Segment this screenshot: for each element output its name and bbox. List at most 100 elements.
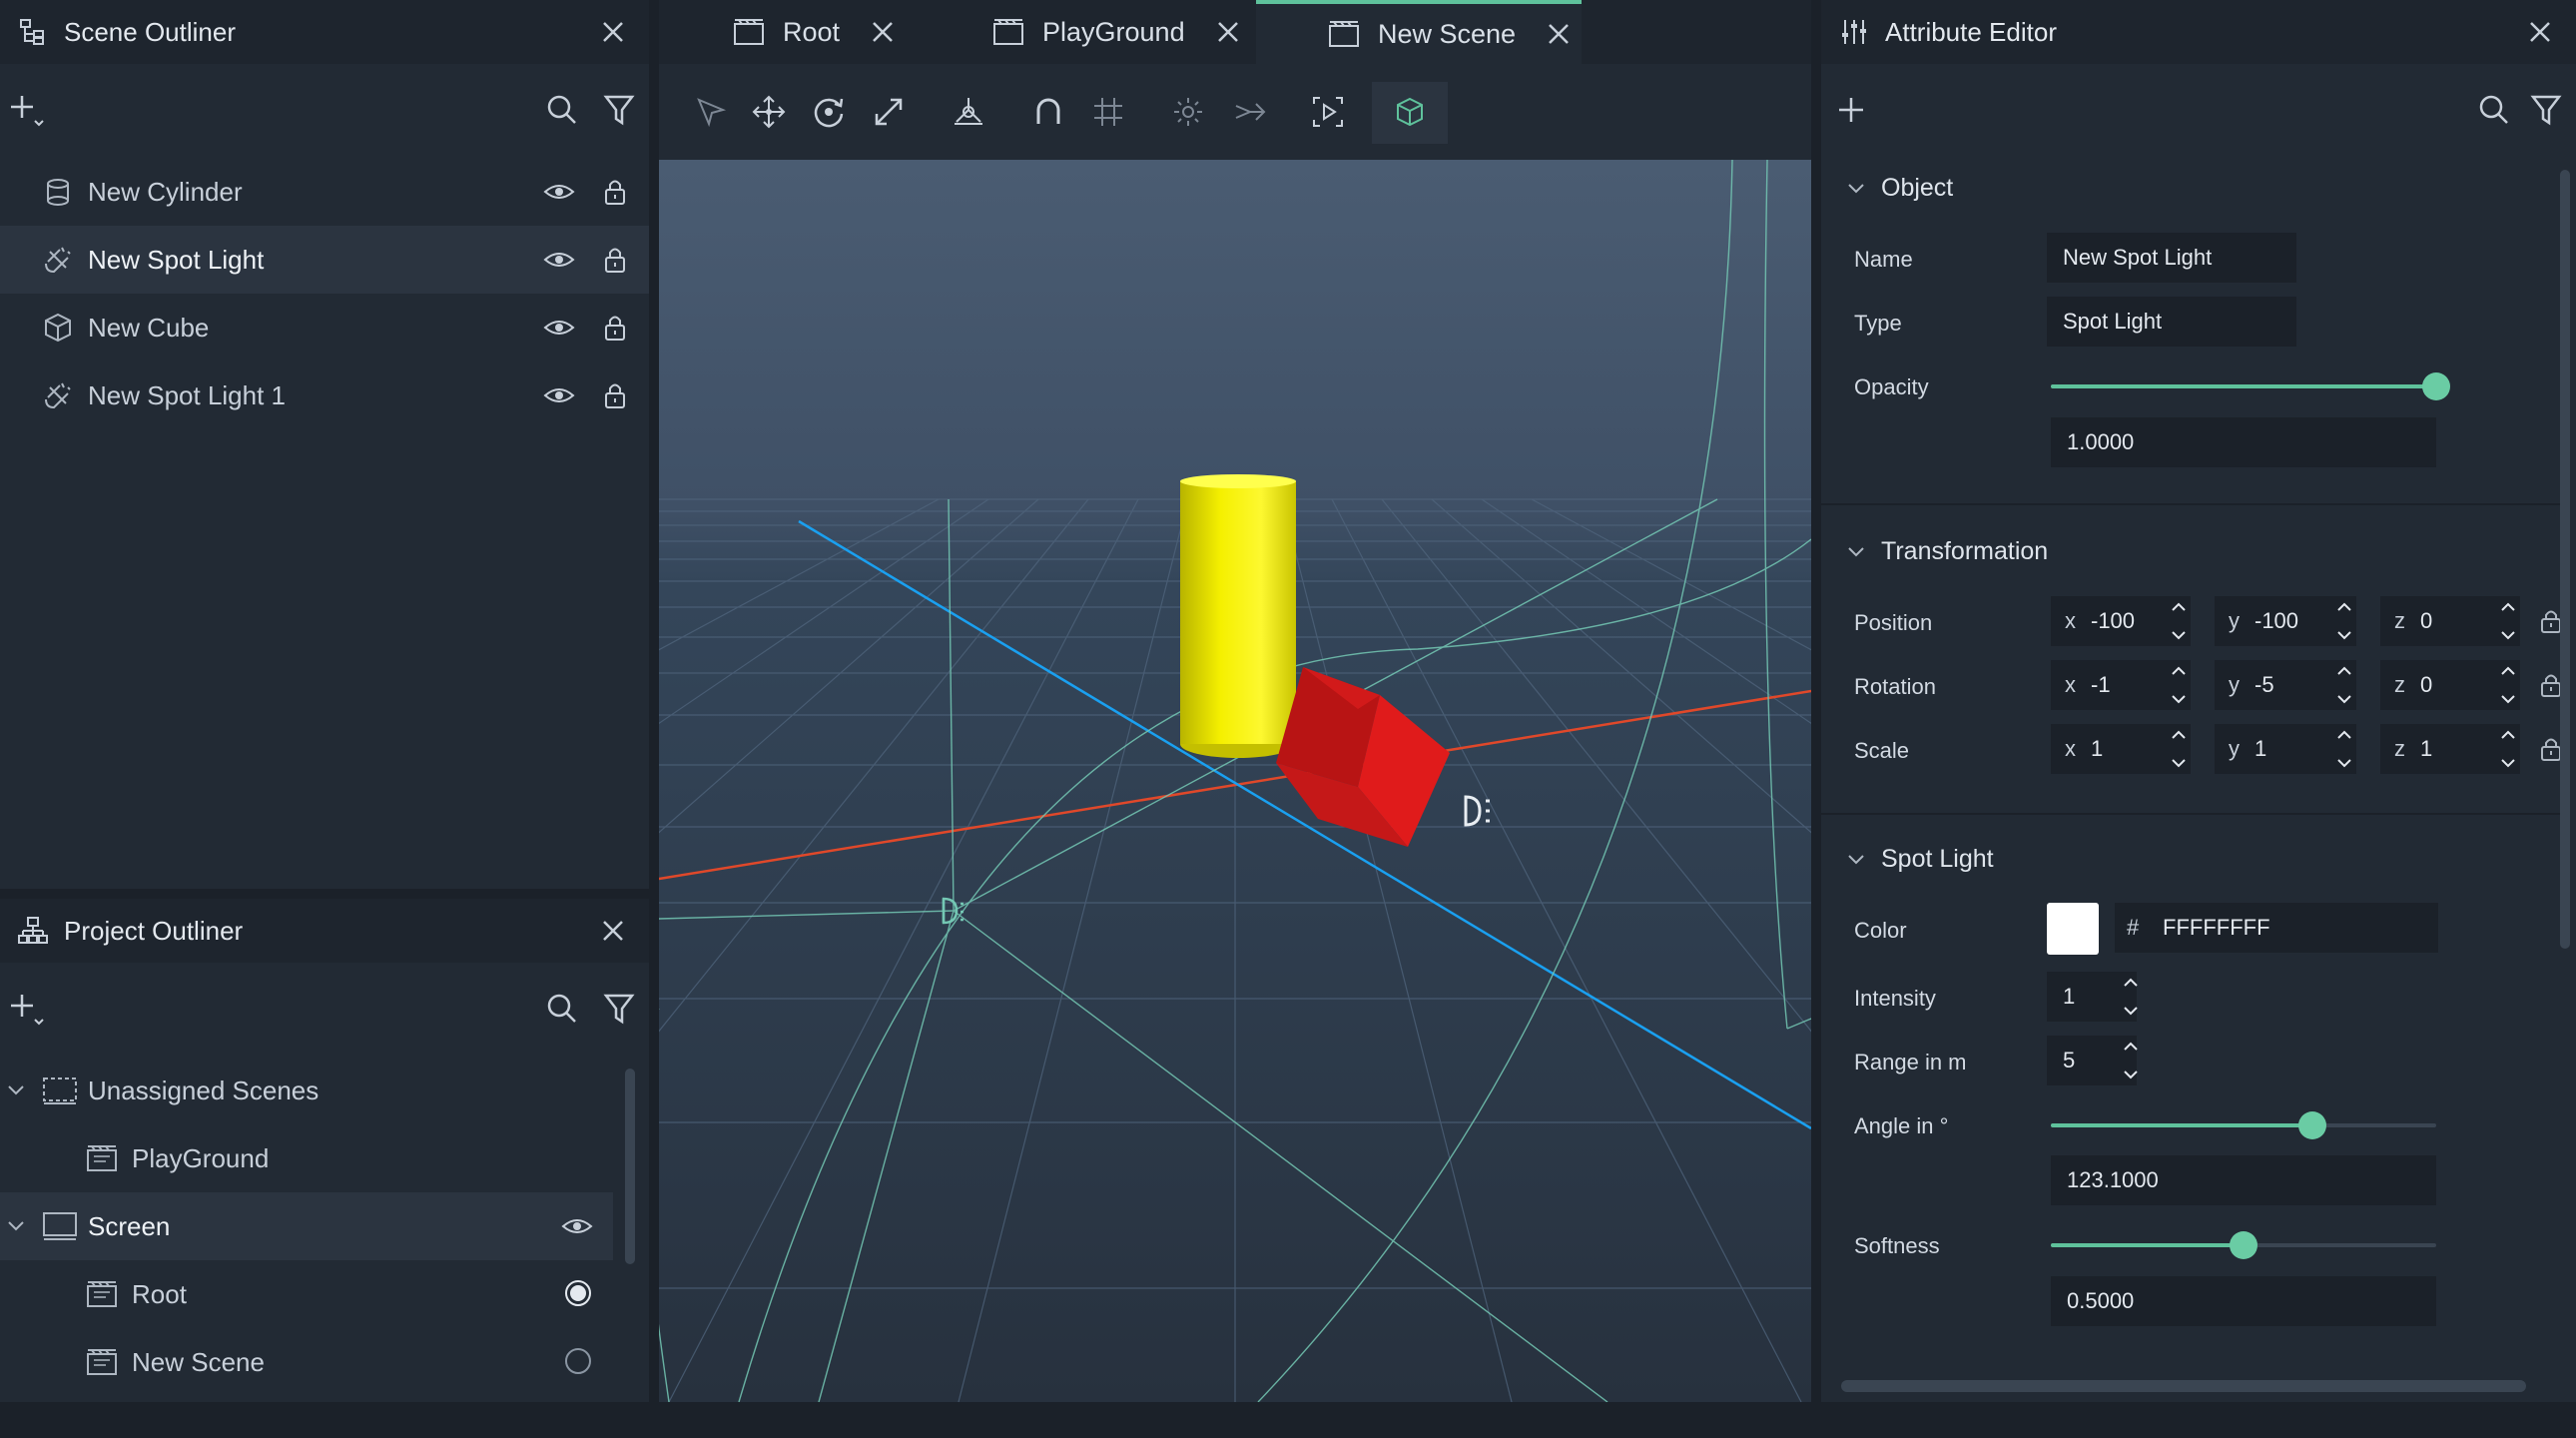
color-hex-value: FFFFFFFF [2163, 915, 2270, 940]
range-stepper[interactable] [2119, 1036, 2143, 1085]
eye-icon[interactable] [543, 176, 575, 208]
pivot-tool-icon[interactable] [951, 94, 986, 130]
angle-slider[interactable] [2051, 1111, 2436, 1139]
move-tool-icon[interactable] [751, 94, 787, 130]
tree-item[interactable]: PlayGround [0, 1124, 613, 1192]
eye-icon[interactable] [543, 244, 575, 276]
tab-root[interactable]: Root [733, 0, 896, 64]
scene-icon [86, 1278, 118, 1310]
chevron-down-icon[interactable] [4, 1214, 28, 1238]
close-icon[interactable] [870, 19, 896, 45]
tab-new-scene[interactable]: New Scene [1256, 0, 1582, 64]
camera-gizmo-icon[interactable] [1232, 94, 1268, 130]
rotate-tool-icon[interactable] [811, 94, 847, 130]
light-gizmo-icon[interactable] [1170, 94, 1206, 130]
scale-tool-icon[interactable] [871, 94, 907, 130]
rotation-z-stepper[interactable] [2496, 660, 2520, 710]
search-icon[interactable] [544, 991, 580, 1027]
color-swatch[interactable] [2047, 903, 2099, 955]
add-icon[interactable] [1835, 94, 1871, 130]
lock-icon[interactable] [599, 176, 631, 208]
radio-selected-icon[interactable] [563, 1278, 593, 1308]
scale-y-value: 1 [2254, 736, 2267, 761]
add-icon[interactable] [8, 92, 44, 128]
magnet-icon[interactable] [1030, 94, 1066, 130]
scene-outliner-panel: Scene Outliner New Cylinder New Spot Lig… [0, 0, 649, 889]
eye-icon[interactable] [543, 312, 575, 344]
opacity-label: Opacity [1854, 374, 1929, 399]
chevron-down-icon[interactable] [4, 1078, 28, 1102]
select-tool-icon[interactable] [693, 94, 729, 130]
angle-field[interactable]: 123.1000 [2051, 1155, 2436, 1205]
softness-field[interactable]: 0.5000 [2051, 1276, 2436, 1326]
view-3d-button[interactable] [1372, 82, 1448, 144]
tree-item[interactable]: Root [0, 1260, 613, 1328]
close-icon[interactable] [599, 18, 627, 46]
cylinder-icon [42, 176, 74, 208]
rotation-x-value: -1 [2091, 672, 2111, 697]
lock-icon[interactable] [599, 244, 631, 276]
scale-x-stepper[interactable] [2167, 724, 2191, 774]
opacity-slider-knob[interactable] [2422, 372, 2450, 400]
chevron-down-icon[interactable] [1845, 849, 1867, 871]
eye-icon[interactable] [561, 1210, 593, 1242]
name-label: Name [1854, 247, 1913, 272]
rotation-label: Rotation [1854, 674, 1936, 699]
add-icon[interactable] [8, 991, 44, 1027]
angle-slider-knob[interactable] [2298, 1111, 2327, 1139]
scale-y-stepper[interactable] [2332, 724, 2356, 774]
section-object-header[interactable]: Object [1881, 174, 1953, 203]
chevron-down-icon[interactable] [1845, 541, 1867, 563]
filter-icon[interactable] [601, 92, 637, 128]
tree-item[interactable]: New Scene [0, 1328, 613, 1396]
position-z-stepper[interactable] [2496, 596, 2520, 646]
play-preview-icon[interactable] [1310, 94, 1346, 130]
viewport-3d[interactable] [659, 160, 1811, 1402]
section-transformation-header[interactable]: Transformation [1881, 537, 2048, 566]
softness-slider[interactable] [2051, 1231, 2436, 1259]
scale-z-stepper[interactable] [2496, 724, 2520, 774]
intensity-stepper[interactable] [2119, 972, 2143, 1022]
color-hex-field[interactable]: # FFFFFFFF [2115, 903, 2438, 953]
search-icon[interactable] [2476, 92, 2512, 128]
list-item[interactable]: New Cube [0, 294, 649, 361]
attribute-editor-horizontal-scrollbar[interactable] [1841, 1380, 2526, 1392]
rotation-y-stepper[interactable] [2332, 660, 2356, 710]
position-y-stepper[interactable] [2332, 596, 2356, 646]
filter-icon[interactable] [2528, 92, 2564, 128]
list-item[interactable]: New Cylinder [0, 158, 649, 226]
attribute-editor-vertical-scrollbar[interactable] [2560, 170, 2570, 949]
tree-item[interactable]: Screen [0, 1192, 613, 1260]
axis-x-label: x [2065, 736, 2076, 761]
chevron-down-icon[interactable] [1845, 178, 1867, 200]
search-icon[interactable] [544, 92, 580, 128]
softness-slider-knob[interactable] [2230, 1231, 2257, 1259]
section-spot-light-header[interactable]: Spot Light [1881, 845, 1994, 874]
close-icon[interactable] [599, 917, 627, 945]
position-x-stepper[interactable] [2167, 596, 2191, 646]
list-item[interactable]: New Spot Light 1 [0, 361, 649, 429]
color-hash: # [2127, 915, 2140, 940]
rotation-x-stepper[interactable] [2167, 660, 2191, 710]
filter-icon[interactable] [601, 991, 637, 1027]
opacity-slider[interactable] [2051, 372, 2450, 400]
grid-snap-icon[interactable] [1090, 94, 1126, 130]
lock-icon[interactable] [599, 379, 631, 411]
eye-icon[interactable] [543, 379, 575, 411]
tree-item[interactable]: Unassigned Scenes [0, 1057, 613, 1124]
position-label: Position [1854, 610, 1933, 635]
close-icon[interactable] [1215, 19, 1241, 45]
close-icon[interactable] [1546, 21, 1572, 47]
axis-y-label: y [2229, 608, 2240, 633]
scene-outliner-header: Scene Outliner [0, 0, 649, 64]
viewport-canvas [659, 160, 1811, 1402]
project-outliner-scrollbar[interactable] [625, 1069, 635, 1264]
lock-icon[interactable] [599, 312, 631, 344]
radio-unselected-icon[interactable] [563, 1346, 593, 1376]
close-icon[interactable] [2526, 18, 2554, 46]
opacity-field[interactable]: 1.0000 [2051, 417, 2436, 467]
tab-playground[interactable]: PlayGround [992, 0, 1241, 64]
list-item[interactable]: New Spot Light [0, 226, 649, 294]
cylinder-object[interactable] [1180, 474, 1296, 758]
name-field[interactable]: New Spot Light [2047, 233, 2296, 283]
